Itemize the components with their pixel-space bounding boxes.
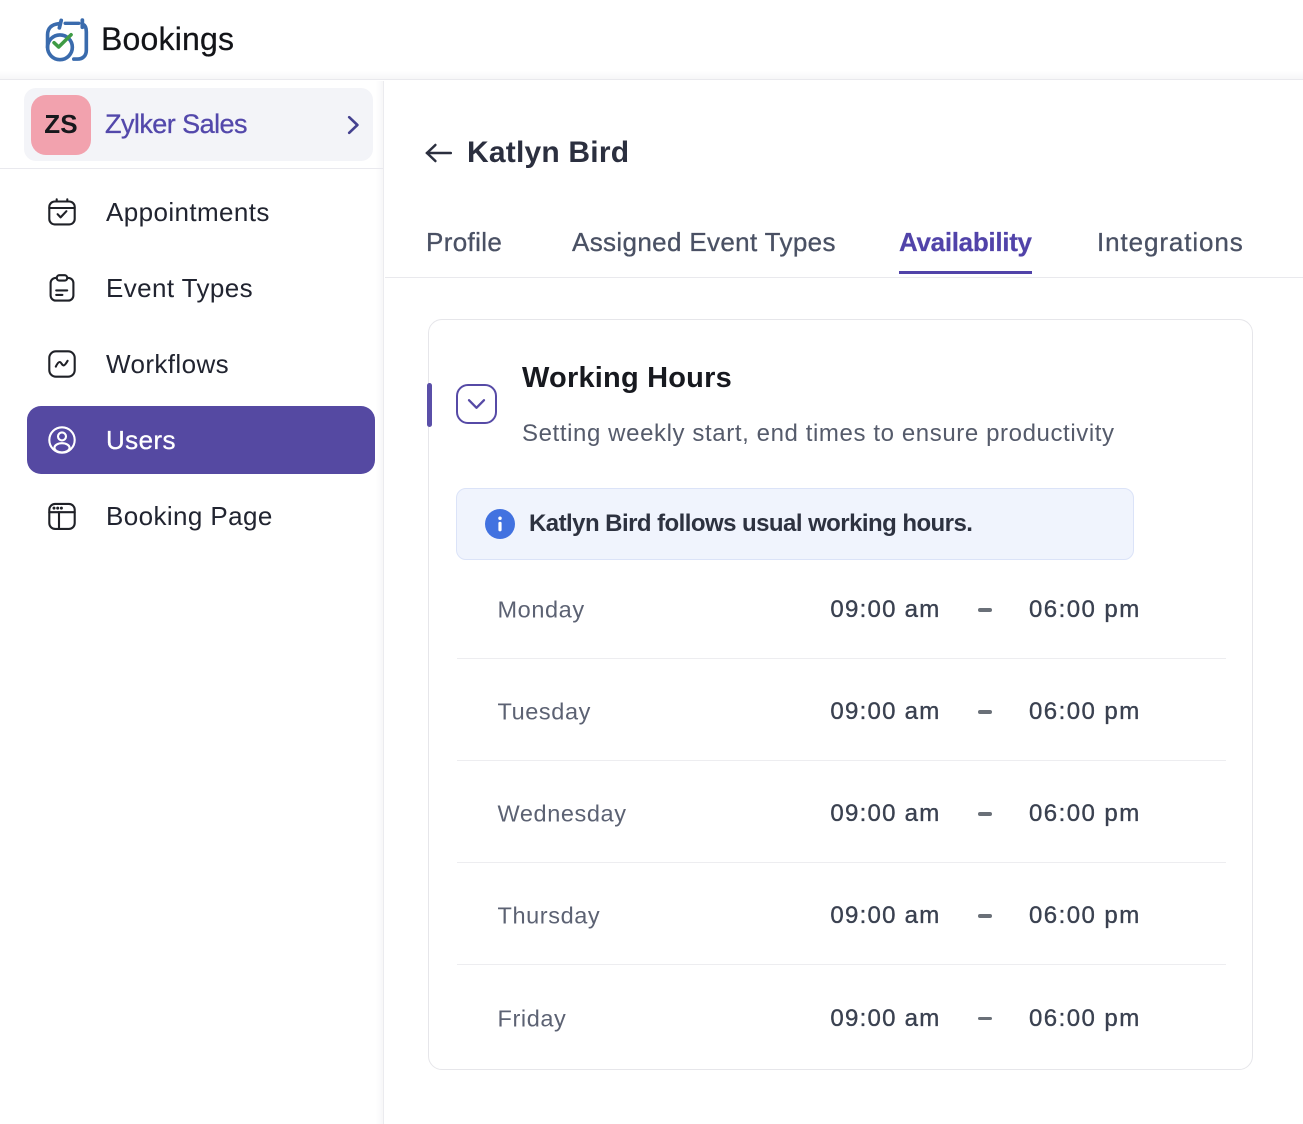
workspace-switcher[interactable]: ZS Zylker Sales [24, 88, 373, 161]
calendar-check-icon [48, 198, 76, 226]
info-icon [485, 508, 515, 539]
table-row: Friday 09:00 am 06:00 pm [457, 965, 1226, 1067]
time-range-dash [977, 710, 992, 714]
app-title: Bookings [101, 21, 235, 57]
chevron-down-icon [467, 398, 486, 409]
info-banner-text: Katlyn Bird follows usual working hours. [529, 509, 973, 537]
page-title: Katlyn Bird [467, 135, 630, 169]
table-row: Tuesday 09:00 am 06:00 pm [456, 659, 1226, 761]
collapse-button[interactable] [456, 384, 497, 424]
start-time: 09:00 am [830, 902, 941, 930]
bookings-logo-icon [45, 17, 89, 61]
user-circle-icon [48, 426, 76, 454]
start-time: 09:00 am [830, 800, 941, 828]
day-label: Wednesday [497, 800, 627, 827]
chevron-right-icon [347, 115, 359, 134]
sidebar-item-label: Event Types [106, 272, 254, 303]
start-time: 09:00 am [830, 1004, 941, 1032]
day-label: Thursday [497, 902, 601, 929]
tab-profile[interactable]: Profile [426, 175, 502, 274]
table-row: Thursday 09:00 am 06:00 pm [456, 863, 1226, 965]
end-time: 06:00 pm [1029, 902, 1141, 930]
sidebar-item-event-types[interactable]: Event Types [27, 254, 375, 322]
end-time: 06:00 pm [1029, 596, 1141, 624]
sidebar-item-label: Workflows [106, 348, 230, 379]
end-time: 06:00 pm [1029, 800, 1141, 828]
working-hours-card: Working Hours Setting weekly start, end … [427, 318, 1253, 1070]
sidebar-item-appointments[interactable]: Appointments [27, 178, 375, 246]
activity-square-icon [48, 350, 76, 378]
section-accent-bar [427, 382, 432, 427]
tab-integrations[interactable]: Integrations [1097, 175, 1244, 274]
day-label: Tuesday [497, 698, 591, 725]
table-row: Monday 09:00 am 06:00 pm [456, 557, 1226, 659]
back-arrow-icon [425, 143, 452, 162]
end-time: 06:00 pm [1029, 698, 1141, 726]
end-time: 06:00 pm [1029, 1004, 1141, 1032]
table-row: Wednesday 09:00 am 06:00 pm [456, 761, 1226, 863]
sidebar-item-label: Appointments [106, 196, 270, 227]
sidebar-item-label: Booking Page [106, 500, 273, 531]
workspace-name: Zylker Sales [105, 109, 248, 139]
start-time: 09:00 am [830, 596, 941, 624]
clipboard-icon [49, 274, 75, 302]
card-subtitle: Setting weekly start, end times to ensur… [522, 419, 1115, 447]
main-content: Katlyn Bird Profile Assigned Event Types… [385, 130, 1303, 1070]
sidebar-nav: Appointments Event Types Workflows Users… [27, 178, 375, 550]
browser-layout-icon [48, 502, 76, 530]
tab-bar: Profile Assigned Event Types Availabilit… [385, 175, 1303, 278]
info-banner: Katlyn Bird follows usual working hours. [456, 487, 1134, 560]
day-label: Monday [497, 596, 585, 623]
sidebar: ZS Zylker Sales Appointments Event Types [0, 81, 384, 1124]
sidebar-divider [0, 168, 383, 169]
time-range-dash [977, 914, 992, 918]
start-time: 09:00 am [830, 698, 941, 726]
sidebar-item-users[interactable]: Users [27, 406, 375, 474]
time-range-dash [977, 608, 992, 612]
working-hours-table: Monday 09:00 am 06:00 pm Tuesday 09:00 a… [456, 557, 1226, 1067]
tab-availability[interactable]: Availability [899, 175, 1032, 274]
tab-assigned-event-types[interactable]: Assigned Event Types [572, 175, 836, 274]
sidebar-item-booking-page[interactable]: Booking Page [27, 482, 375, 550]
day-label: Friday [497, 1005, 567, 1032]
workspace-avatar: ZS [31, 94, 91, 155]
sidebar-item-workflows[interactable]: Workflows [27, 330, 375, 398]
card-title: Working Hours [522, 362, 732, 394]
sidebar-item-label: Users [106, 424, 176, 455]
time-range-dash [977, 812, 992, 816]
back-button[interactable] [424, 141, 452, 165]
app-header: Bookings [0, 0, 1303, 80]
time-range-dash [977, 1016, 992, 1021]
